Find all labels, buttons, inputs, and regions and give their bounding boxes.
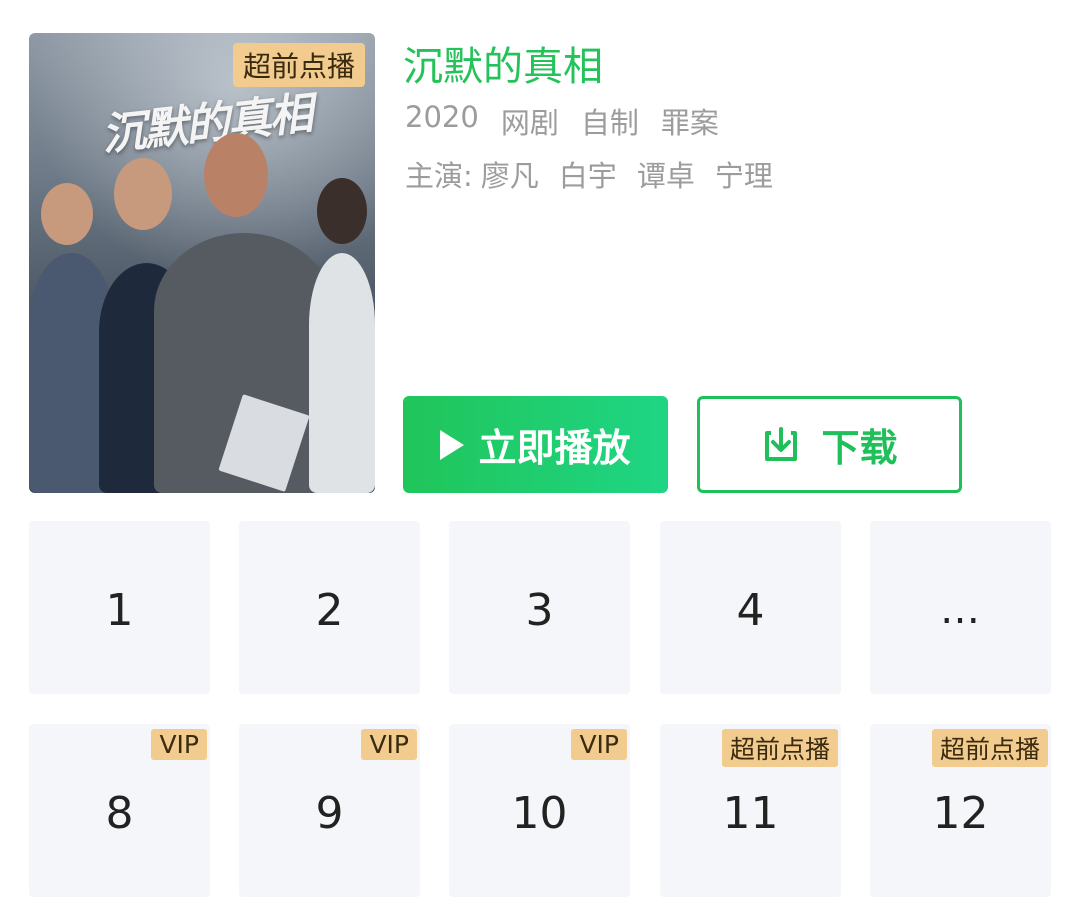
cast-member[interactable]: 谭卓 <box>637 153 695 195</box>
episode-number: 12 <box>932 788 989 839</box>
more-episodes-tile[interactable]: … <box>870 521 1051 694</box>
cast-member[interactable]: 廖凡 <box>481 153 539 195</box>
episode-tile-9[interactable]: VIP 9 <box>239 724 420 897</box>
show-meta: 2020 网剧 自制 罪案 <box>405 100 719 142</box>
poster-figure-right <box>309 253 375 493</box>
episode-tile-8[interactable]: VIP 8 <box>29 724 210 897</box>
vip-badge: VIP <box>361 729 417 760</box>
poster-figure-left-head <box>41 183 93 245</box>
poster-figure-officer-head <box>114 158 172 230</box>
episode-tile-12[interactable]: 超前点播 12 <box>870 724 1051 897</box>
poster-figure-center-head <box>204 133 268 217</box>
download-label: 下载 <box>821 426 898 470</box>
play-now-label: 立即播放 <box>478 426 631 470</box>
episode-tile-11[interactable]: 超前点播 11 <box>660 724 841 897</box>
episode-number: 10 <box>511 788 568 839</box>
meta-production: 自制 <box>580 106 639 140</box>
download-button[interactable]: 下载 <box>697 396 962 493</box>
show-title: 沉默的真相 <box>403 44 603 90</box>
meta-year: 2020 <box>405 100 479 134</box>
show-cast: 主演: 廖凡 白宇 谭卓 宁理 <box>405 153 773 195</box>
more-episodes-ellipsis: … <box>940 586 981 633</box>
episode-number: 9 <box>315 788 344 839</box>
play-icon <box>440 429 465 460</box>
cast-member[interactable]: 宁理 <box>715 153 773 195</box>
vip-badge: VIP <box>571 729 627 760</box>
episode-number: 4 <box>736 585 765 636</box>
cast-member[interactable]: 白宇 <box>559 153 617 195</box>
advance-screening-badge: 超前点播 <box>232 43 365 87</box>
episode-tile-4[interactable]: 4 <box>660 521 841 694</box>
vip-badge: VIP <box>151 729 207 760</box>
poster-image[interactable]: 沉默的真相 超前点播 <box>29 33 375 493</box>
episode-tile-1[interactable]: 1 <box>29 521 210 694</box>
episode-number: 1 <box>105 585 134 636</box>
meta-genre: 罪案 <box>660 106 719 140</box>
episode-tile-3[interactable]: 3 <box>449 521 630 694</box>
download-icon <box>765 426 798 461</box>
advance-screening-badge: 超前点播 <box>931 729 1048 767</box>
cast-label: 主演: <box>405 159 473 193</box>
play-now-button[interactable]: 立即播放 <box>403 396 668 493</box>
episode-number: 3 <box>525 585 554 636</box>
advance-screening-badge: 超前点播 <box>721 729 838 767</box>
episode-tile-2[interactable]: 2 <box>239 521 420 694</box>
meta-type: 网剧 <box>500 106 559 140</box>
episode-tile-10[interactable]: VIP 10 <box>449 724 630 897</box>
episode-number: 11 <box>722 788 779 839</box>
poster-figure-right-head <box>317 178 367 244</box>
episode-number: 8 <box>105 788 134 839</box>
episode-number: 2 <box>315 585 344 636</box>
